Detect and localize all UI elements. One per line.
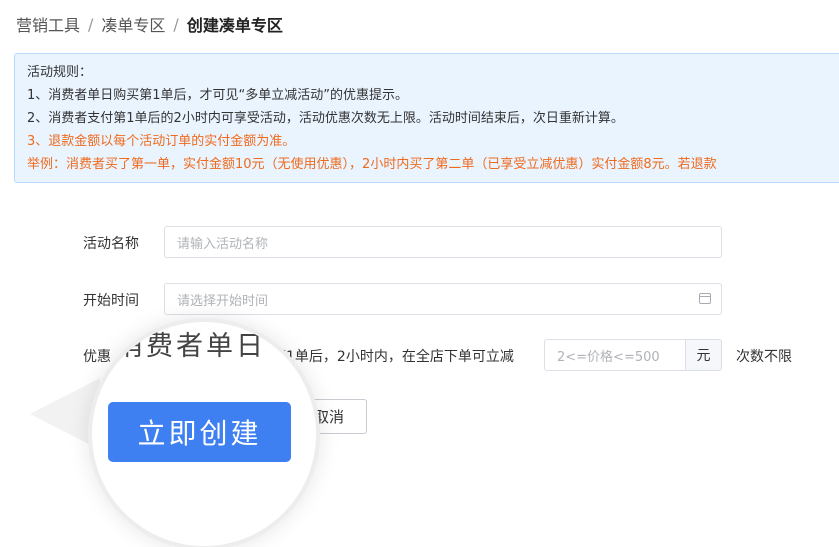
discount-label: 优惠 bbox=[83, 349, 111, 365]
rules-line-1: 1、消费者单日购买第1单后，才可见“多单立减活动”的优惠提示。 bbox=[27, 88, 409, 103]
cancel-button-label: 取消 bbox=[313, 408, 344, 426]
limit-text: 次数不限 bbox=[736, 349, 792, 365]
discount-price-placeholder: 2<=价格<=500 bbox=[557, 349, 660, 365]
activity-name-placeholder: 请输入活动名称 bbox=[177, 236, 269, 252]
calendar-icon[interactable] bbox=[699, 293, 711, 304]
breadcrumb-separator: / bbox=[88, 14, 94, 34]
create-now-button[interactable]: 立即创建 bbox=[108, 402, 291, 462]
start-time-picker[interactable]: 请选择开始时间 bbox=[164, 283, 722, 315]
breadcrumb-item-bundle-zone[interactable]: 凑单专区 bbox=[101, 12, 165, 36]
breadcrumb-item-marketing-tools[interactable]: 营销工具 bbox=[16, 12, 80, 36]
rules-example: 举例：消费者买了第一单，实付金额10元（无使用优惠），2小时内买了第二单（已享受… bbox=[27, 157, 717, 172]
activity-name-label: 活动名称 bbox=[83, 236, 139, 252]
discount-price-input[interactable]: 2<=价格<=500 bbox=[544, 339, 686, 371]
create-now-button-label: 立即创建 bbox=[137, 417, 262, 450]
breadcrumb-current: 创建凑单专区 bbox=[186, 16, 283, 35]
activity-name-input[interactable]: 请输入活动名称 bbox=[164, 226, 722, 258]
rules-title: 活动规则： bbox=[27, 65, 93, 80]
activity-rules-notice: 活动规则： 1、消费者单日购买第1单后，才可见“多单立减活动”的优惠提示。 2、… bbox=[14, 53, 839, 183]
breadcrumb-separator: / bbox=[173, 14, 179, 34]
rules-line-3: 3、退款金额以每个活动订单的实付金额为准。 bbox=[27, 134, 296, 149]
breadcrumb: 营销工具 / 凑单专区 / 创建凑单专区 bbox=[16, 10, 283, 38]
start-time-label: 开始时间 bbox=[83, 293, 139, 309]
rules-line-2: 2、消费者支付第1单后的2小时内可享受活动，活动优惠次数无上限。活动时间结束后，… bbox=[27, 111, 624, 126]
magnified-discount-text: 消费者单日 bbox=[116, 331, 266, 362]
discount-rule-text: 第1单后，2小时内，在全店下单可立减 bbox=[272, 349, 514, 365]
magnifier-lens: 消费者单日 立即创建 bbox=[92, 322, 316, 546]
start-time-placeholder: 请选择开始时间 bbox=[177, 293, 269, 309]
price-unit: 元 bbox=[686, 339, 722, 371]
magnifier-shadow bbox=[30, 378, 100, 450]
